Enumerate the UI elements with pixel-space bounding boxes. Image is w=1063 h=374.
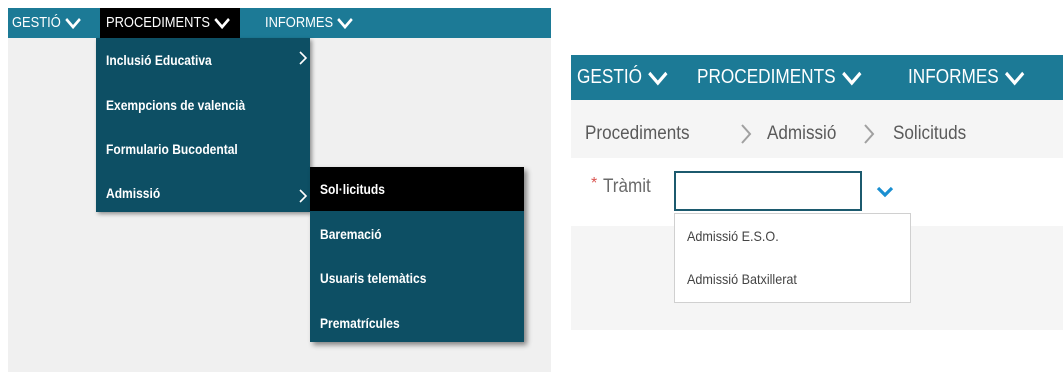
nav-procediments[interactable]: PROCEDIMENTS [106, 8, 231, 38]
nav-informes[interactable]: INFORMES [908, 55, 1026, 100]
submenu-item-usuaris[interactable]: Usuaris telemàtics [320, 268, 426, 288]
nav-gestio[interactable]: GESTIÓ [577, 55, 669, 100]
right-panel: GESTIÓ PROCEDIMENTS INFORMES Procediment… [571, 55, 1063, 330]
nav-procediments[interactable]: PROCEDIMENTS [697, 55, 863, 100]
nav-informes-label: INFORMES [908, 66, 999, 88]
nav-informes-label: INFORMES [265, 14, 334, 31]
chevron-down-icon [1005, 71, 1025, 86]
admissio-submenu: Sol·licituds Baremació Usuaris telemàtic… [310, 167, 524, 342]
tramit-input[interactable] [674, 171, 862, 211]
menu-item-inclusio[interactable]: Inclusió Educativa [106, 50, 212, 70]
breadcrumb-item: Solicituds [893, 123, 967, 144]
submenu-item-prematricules[interactable]: Prematrícules [320, 313, 400, 333]
tramit-options-list: Admissió E.S.O. Admissió Batxillerat [674, 213, 911, 303]
chevron-down-icon [648, 71, 668, 86]
menu-item-admissio[interactable]: Admissió [106, 183, 160, 203]
nav-gestio-label: GESTIÓ [577, 66, 642, 88]
submenu-item-sollicituds[interactable]: Sol·licituds [320, 179, 385, 199]
breadcrumb-separator-icon [739, 121, 753, 154]
chevron-right-icon [298, 50, 308, 71]
option-admissio-eso[interactable]: Admissió E.S.O. [687, 228, 779, 244]
option-admissio-batxillerat[interactable]: Admissió Batxillerat [687, 271, 797, 287]
nav-gestio-label: GESTIÓ [12, 14, 61, 31]
tramit-label: Tràmit [603, 176, 651, 197]
chevron-right-icon [298, 188, 308, 209]
chevron-down-icon [876, 186, 894, 198]
chevron-down-icon [214, 17, 230, 30]
menu-item-bucodental[interactable]: Formulario Bucodental [106, 139, 238, 159]
submenu-item-baremacio[interactable]: Baremació [320, 224, 382, 244]
required-mark: * [591, 175, 598, 192]
nav-procediments-label: PROCEDIMENTS [697, 66, 836, 88]
chevron-down-icon [841, 71, 862, 86]
breadcrumb-item[interactable]: Admissió [767, 123, 836, 145]
nav-informes[interactable]: INFORMES [265, 8, 354, 38]
chevron-down-icon [337, 17, 354, 30]
left-panel: GESTIÓ PROCEDIMENTS INFORMES Inclusió Ed… [8, 8, 551, 372]
nav-gestio[interactable]: GESTIÓ [12, 8, 82, 38]
procediments-dropdown: Inclusió Educativa Exempcions de valenci… [96, 38, 310, 212]
chevron-down-icon [65, 17, 81, 30]
tramit-dropdown-button[interactable] [863, 171, 908, 211]
nav-procediments-label: PROCEDIMENTS [106, 14, 210, 31]
breadcrumb-item[interactable]: Procediments [585, 123, 690, 145]
menu-item-exempcions[interactable]: Exempcions de valencià [106, 95, 245, 115]
breadcrumb-separator-icon [862, 121, 876, 154]
